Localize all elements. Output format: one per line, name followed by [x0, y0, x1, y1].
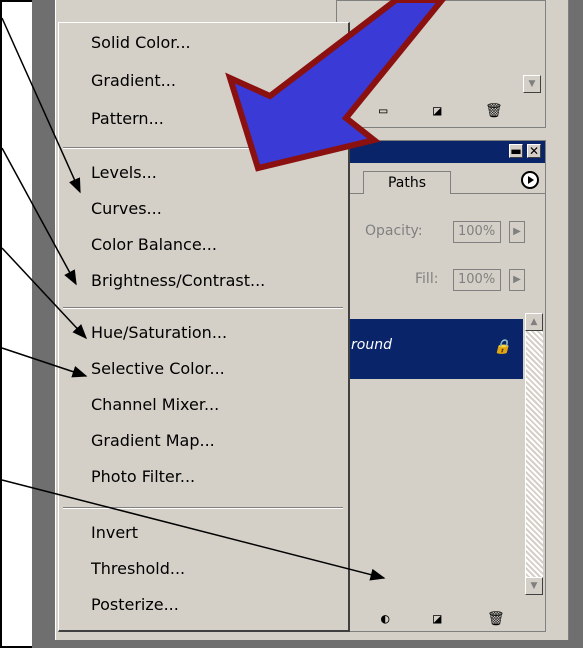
annotation-overlay: [1, 0, 446, 581]
callout-line-levels: [1, 17, 81, 194]
callout-line-adjustment-button: [1, 479, 386, 581]
callout-line-hue: [1, 247, 88, 340]
callout-line-selective: [1, 347, 88, 378]
callout-line-brightness: [1, 147, 77, 286]
big-callout-arrow: [225, 0, 446, 172]
